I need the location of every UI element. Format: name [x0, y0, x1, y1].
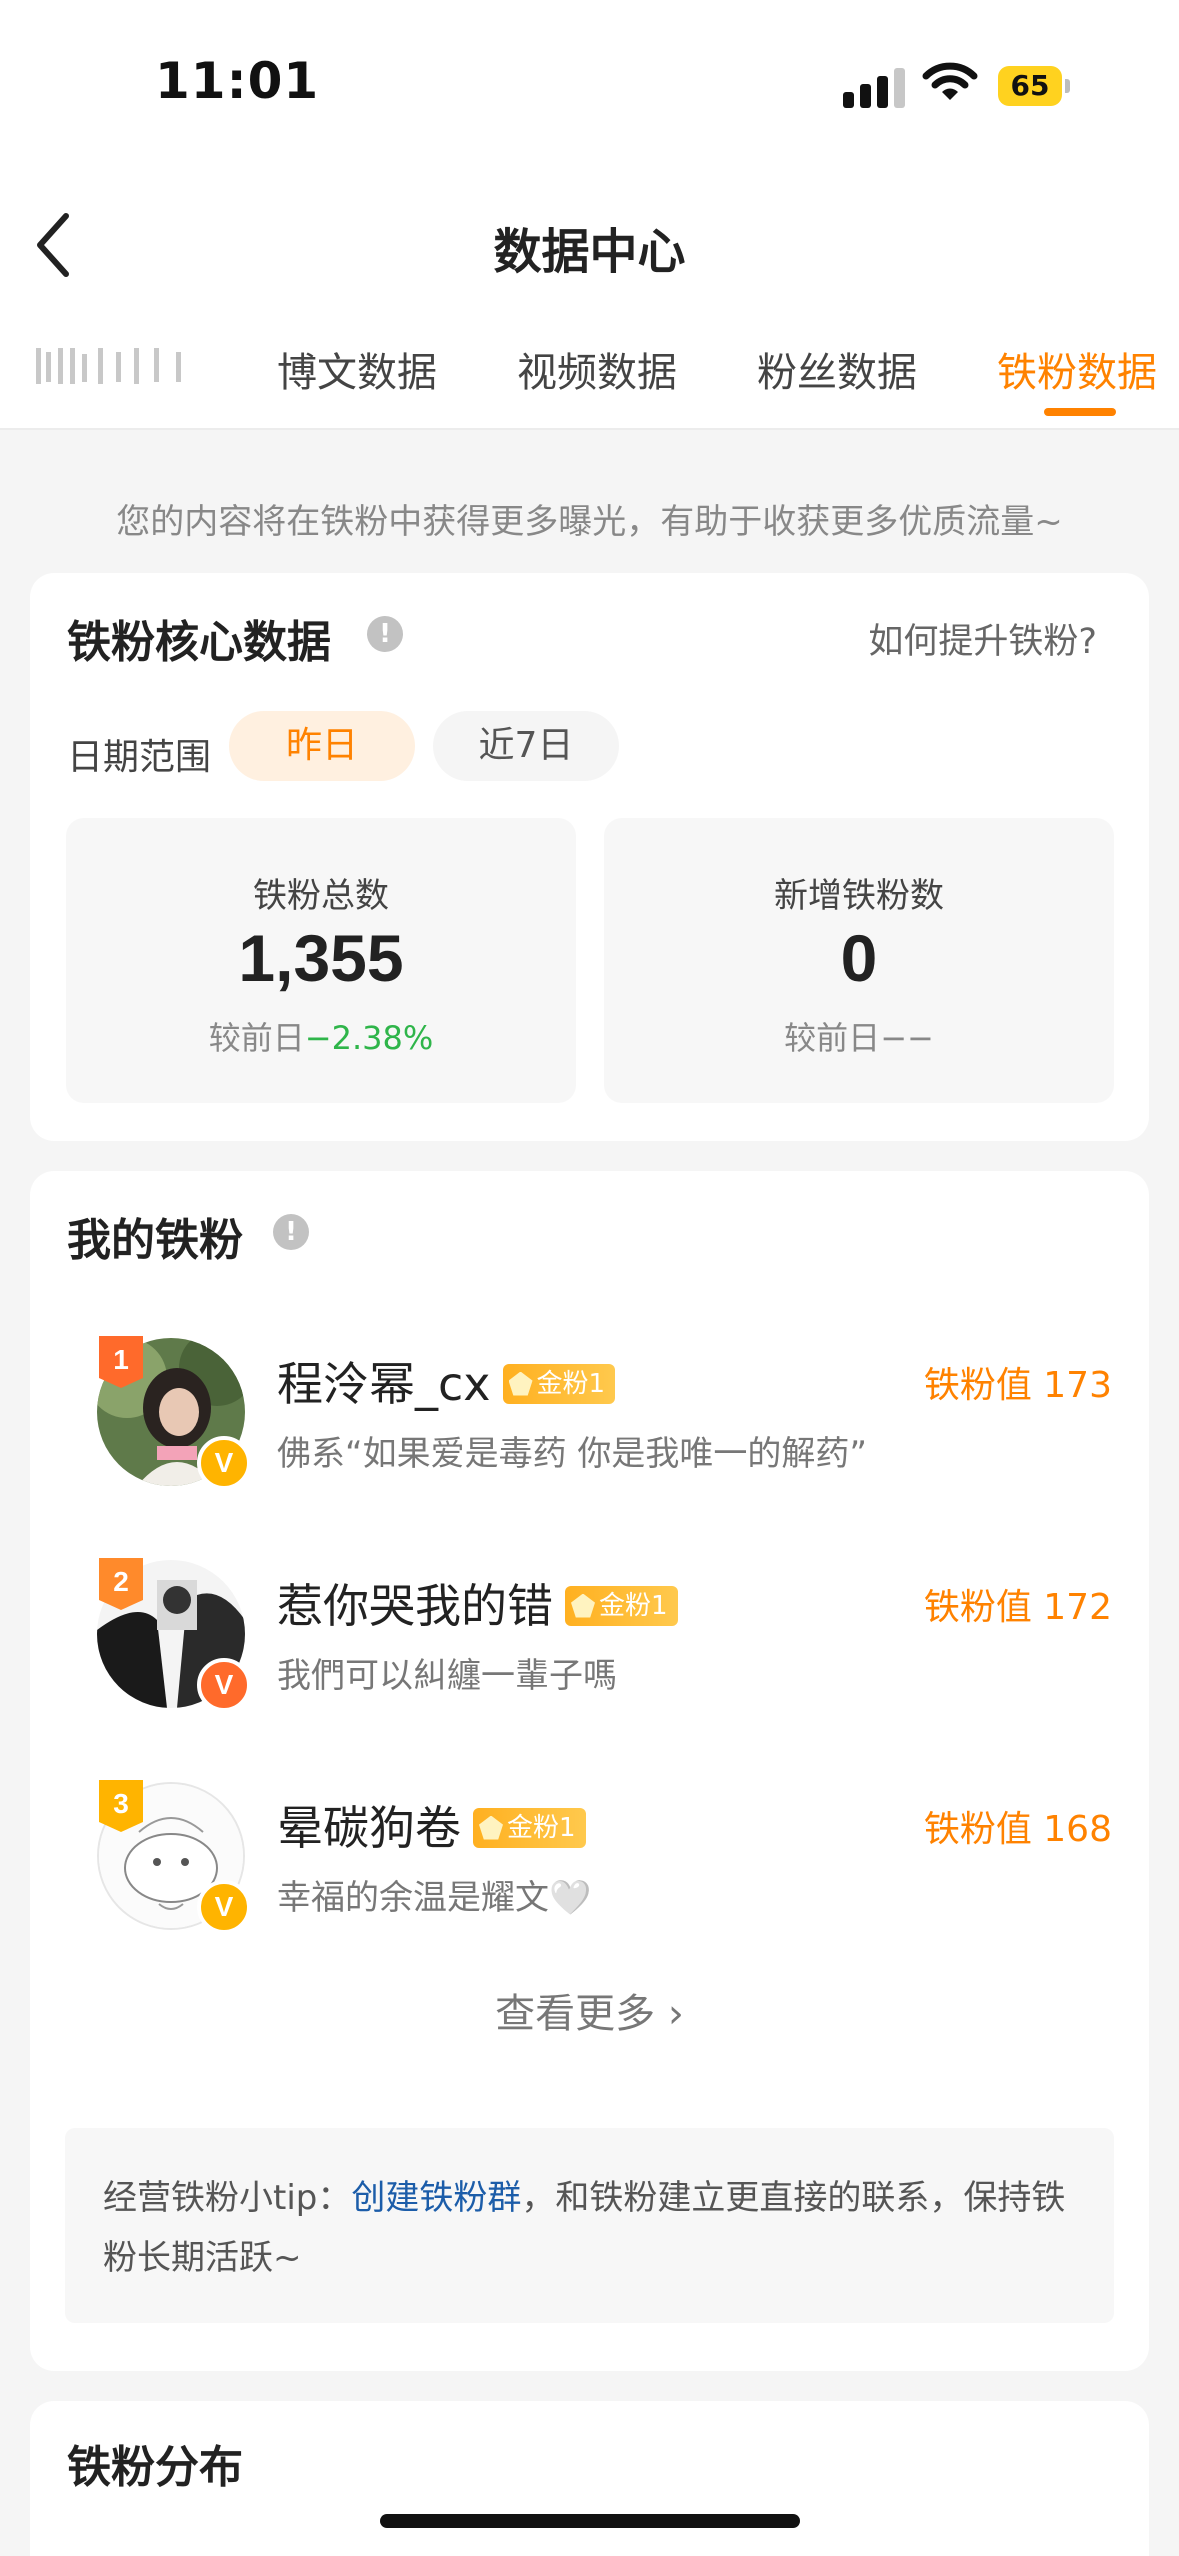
stat-compare: 较前日−2.38%	[208, 1019, 434, 1057]
range-7days-button[interactable]: 近7日	[433, 711, 619, 781]
active-tab-indicator	[1044, 408, 1116, 416]
chevron-right-icon: ›	[667, 1991, 684, 2037]
distribution-title: 铁粉分布	[67, 2442, 243, 2493]
verified-badge-icon: V	[197, 1658, 251, 1712]
fan-bio: 佛系“如果爱是毒药 你是我唯一的解药”	[277, 1434, 868, 1474]
tip-box: 经营铁粉小tip：创建铁粉群，和铁粉建立更直接的联系，保持铁粉长期活跃~	[65, 2128, 1114, 2323]
rank-badge: 1	[95, 1334, 147, 1390]
home-indicator[interactable]	[380, 2514, 800, 2528]
page-title: 数据中心	[493, 224, 686, 280]
stat-new-iron-fans: 新增铁粉数 0 较前日−−	[604, 818, 1114, 1103]
date-range-label: 日期范围	[67, 737, 212, 778]
list-item[interactable]: 2 V 惹你哭我的错 金粉1 我們可以糾纏一輩子嗎 铁粉值 172	[67, 1558, 1112, 1720]
top-bar: 11:01 65 数据中心 博文数据 视频数据 粉丝数据 铁粉数据	[0, 0, 1179, 430]
range-yesterday-button[interactable]: 昨日	[229, 711, 415, 781]
tab-videos[interactable]: 视频数据	[517, 340, 677, 398]
divider	[0, 428, 1179, 430]
gold-fan-badge: 金粉1	[565, 1585, 678, 1626]
info-icon[interactable]: !	[367, 616, 403, 652]
stat-compare: 较前日−−	[784, 1019, 934, 1057]
stat-label: 铁粉总数	[253, 876, 389, 916]
verified-badge-icon: V	[197, 1436, 251, 1490]
fan-score: 铁粉值 173	[923, 1365, 1112, 1406]
crown-icon	[508, 1371, 533, 1396]
tip-text: 经营铁粉小tip：创建铁粉群，和铁粉建立更直接的联系，保持铁粉长期活跃~	[103, 2178, 1066, 2278]
fan-score: 铁粉值 168	[923, 1809, 1112, 1850]
my-fans-title: 我的铁粉	[67, 1215, 243, 1266]
tab-blurred[interactable]	[36, 348, 196, 388]
core-data-title: 铁粉核心数据	[67, 617, 331, 668]
tab-fans[interactable]: 粉丝数据	[757, 340, 917, 398]
stat-value: 1,355	[238, 921, 404, 995]
fan-score: 铁粉值 172	[923, 1587, 1112, 1628]
gold-fan-badge: 金粉1	[473, 1807, 586, 1848]
cellular-signal-icon	[843, 66, 907, 108]
wifi-icon	[922, 62, 978, 100]
fan-name: 程泠幂_cx 金粉1	[277, 1348, 616, 1414]
how-to-improve-link[interactable]: 如何提升铁粉?	[868, 613, 1097, 664]
rank-badge: 3	[95, 1778, 147, 1834]
crown-icon	[571, 1593, 595, 1618]
crown-icon	[479, 1815, 503, 1840]
stat-total-iron-fans: 铁粉总数 1,355 较前日−2.38%	[66, 818, 576, 1103]
fan-name: 晕碳狗卷 金粉1	[277, 1792, 586, 1858]
list-item[interactable]: 1 V 程泠幂_cx 金粉1 佛系“如果爱是毒药 你是我唯一的解药” 铁粉值 17…	[67, 1336, 1112, 1498]
core-data-card: 铁粉核心数据 ! 如何提升铁粉? 日期范围 昨日 近7日 铁粉总数 1,355 …	[30, 573, 1149, 1141]
tab-posts[interactable]: 博文数据	[277, 340, 437, 398]
list-item[interactable]: 3 V 晕碳狗卷 金粉1 幸福的余温是耀文🤍 铁粉值 168	[67, 1780, 1112, 1942]
gold-fan-badge: 金粉1	[502, 1363, 616, 1404]
tab-iron-fans[interactable]: 铁粉数据	[997, 340, 1157, 398]
battery-icon: 65	[998, 66, 1070, 106]
tab-bar: 博文数据 视频数据 粉丝数据 铁粉数据	[0, 330, 1179, 430]
fan-name: 惹你哭我的错 金粉1	[277, 1570, 678, 1636]
hint-text: 您的内容将在铁粉中获得更多曝光，有助于收获更多优质流量~	[116, 502, 1063, 542]
rank-badge: 2	[95, 1556, 147, 1612]
fan-bio: 我們可以糾纏一輩子嗎	[277, 1656, 617, 1696]
stat-label: 新增铁粉数	[774, 876, 944, 916]
stat-value: 0	[840, 921, 878, 995]
status-time: 11:01	[155, 52, 320, 110]
info-icon[interactable]: !	[273, 1214, 309, 1250]
battery-level: 65	[998, 66, 1062, 106]
view-more-button[interactable]: 查看更多 ›	[30, 1981, 1149, 2039]
verified-badge-icon: V	[197, 1880, 251, 1934]
my-fans-card: 我的铁粉 ! 1 V 程泠幂_cx 金粉1 佛系“如果爱是毒药 你是我唯一的解药”…	[30, 1171, 1149, 2371]
fan-bio: 幸福的余温是耀文🤍	[277, 1878, 592, 1918]
distribution-card: 铁粉分布	[30, 2401, 1149, 2556]
create-fan-group-link[interactable]: 创建铁粉群	[351, 2178, 521, 2218]
